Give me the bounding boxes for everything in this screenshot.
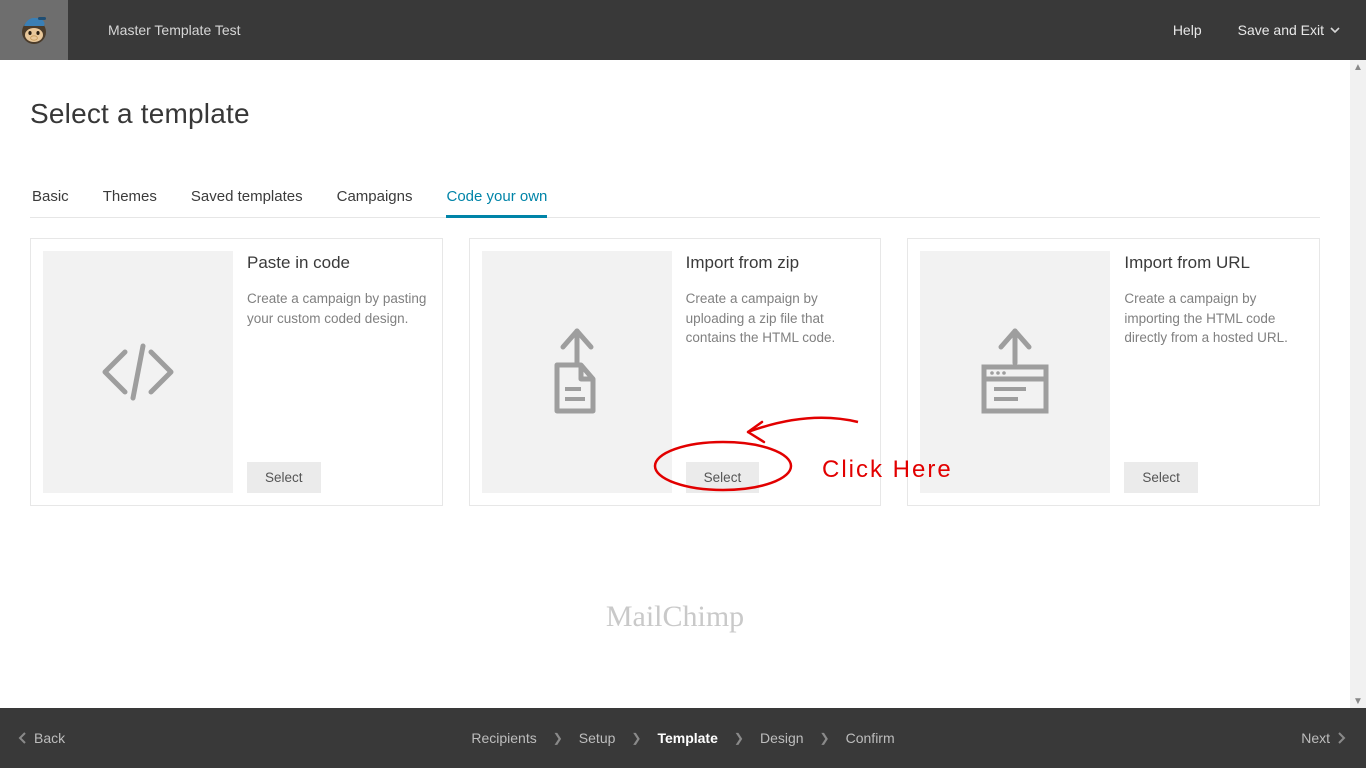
chevron-right-icon: ❯ xyxy=(631,731,641,745)
chevron-left-icon xyxy=(18,732,26,744)
tab-themes[interactable]: Themes xyxy=(103,188,157,217)
step-setup[interactable]: Setup xyxy=(579,730,616,746)
chevron-right-icon: ❯ xyxy=(734,731,744,745)
upload-browser-icon xyxy=(970,327,1060,417)
help-link[interactable]: Help xyxy=(1173,22,1202,38)
save-and-exit-button[interactable]: Save and Exit xyxy=(1238,22,1340,38)
brand-wordmark: MailChimp xyxy=(606,600,744,634)
card-thumb-zip xyxy=(482,251,672,493)
card-desc: Create a campaign by uploading a zip fil… xyxy=(686,289,869,348)
step-template[interactable]: Template xyxy=(657,730,717,746)
select-paste-code-button[interactable]: Select xyxy=(247,462,321,493)
upload-file-icon xyxy=(537,327,617,417)
code-icon xyxy=(93,342,183,402)
wizard-steps: Recipients ❯ Setup ❯ Template ❯ Design ❯… xyxy=(471,730,894,746)
select-import-url-button[interactable]: Select xyxy=(1124,462,1198,493)
card-paste-in-code: Paste in code Create a campaign by pasti… xyxy=(30,238,443,506)
tab-campaigns[interactable]: Campaigns xyxy=(337,188,413,217)
save-exit-label: Save and Exit xyxy=(1238,22,1324,38)
scrollbar-track[interactable] xyxy=(1350,60,1366,708)
template-cards: Paste in code Create a campaign by pasti… xyxy=(30,238,1320,506)
chevron-right-icon: ❯ xyxy=(553,731,563,745)
tab-basic[interactable]: Basic xyxy=(32,188,69,217)
help-label: Help xyxy=(1173,22,1202,38)
chevron-right-icon: ❯ xyxy=(820,731,830,745)
card-title: Import from URL xyxy=(1124,253,1307,273)
page-title: Select a template xyxy=(30,98,1320,130)
chevron-down-icon xyxy=(1330,27,1340,33)
card-title: Import from zip xyxy=(686,253,869,273)
tab-saved-templates[interactable]: Saved templates xyxy=(191,188,303,217)
card-thumb-code xyxy=(43,251,233,493)
back-button[interactable]: Back xyxy=(18,730,65,746)
back-label: Back xyxy=(34,730,65,746)
card-thumb-url xyxy=(920,251,1110,493)
chevron-right-icon xyxy=(1338,732,1346,744)
scroll-up-icon[interactable]: ▲ xyxy=(1353,62,1363,72)
bottom-bar: Back Recipients ❯ Setup ❯ Template ❯ Des… xyxy=(0,708,1366,768)
next-label: Next xyxy=(1301,730,1330,746)
step-confirm[interactable]: Confirm xyxy=(846,730,895,746)
card-import-from-zip: Import from zip Create a campaign by upl… xyxy=(469,238,882,506)
campaign-name[interactable]: Master Template Test xyxy=(108,22,241,38)
tab-code-your-own[interactable]: Code your own xyxy=(446,188,547,218)
top-bar: Master Template Test Help Save and Exit xyxy=(0,0,1366,60)
scroll-down-icon[interactable]: ▼ xyxy=(1353,696,1363,706)
next-button[interactable]: Next xyxy=(1301,730,1346,746)
step-design[interactable]: Design xyxy=(760,730,804,746)
card-desc: Create a campaign by importing the HTML … xyxy=(1124,289,1307,348)
mailchimp-icon xyxy=(16,12,52,48)
card-import-from-url: Import from URL Create a campaign by imp… xyxy=(907,238,1320,506)
brand-logo[interactable] xyxy=(0,0,68,60)
card-title: Paste in code xyxy=(247,253,430,273)
select-import-zip-button[interactable]: Select xyxy=(686,462,760,493)
step-recipients[interactable]: Recipients xyxy=(471,730,536,746)
template-tabs: Basic Themes Saved templates Campaigns C… xyxy=(30,188,1320,218)
main-viewport: Select a template Basic Themes Saved tem… xyxy=(0,60,1350,708)
card-desc: Create a campaign by pasting your custom… xyxy=(247,289,430,328)
